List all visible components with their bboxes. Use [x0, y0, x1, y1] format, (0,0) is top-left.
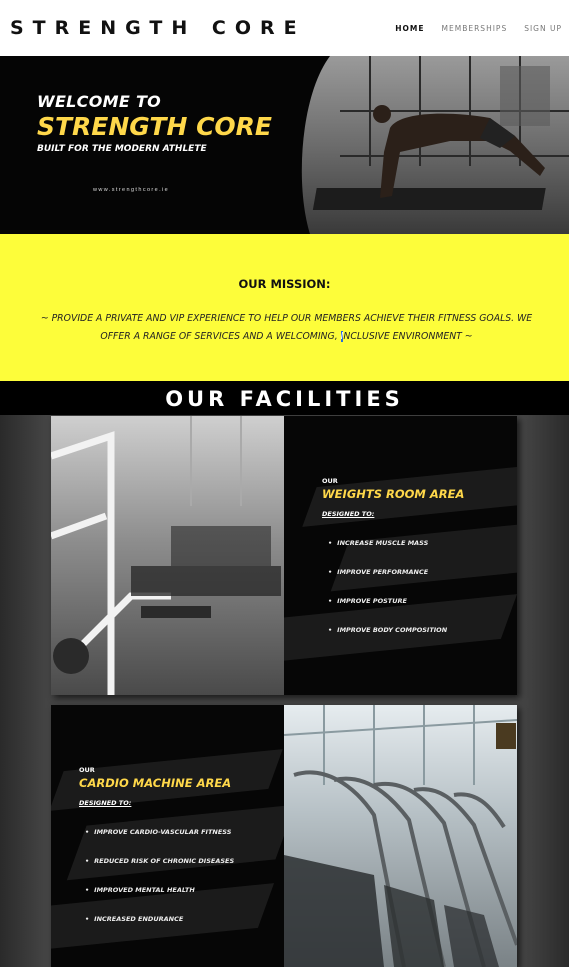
list-item: IMPROVE BODY COMPOSITION [322, 626, 464, 655]
list-item: IMPROVE POSTURE [322, 597, 464, 626]
hero-brand-title: STRENGTH CORE [37, 112, 272, 141]
weights-room-card[interactable]: OUR WEIGHTS ROOM AREA DESIGNED TO: INCRE… [51, 416, 517, 695]
weights-room-text: OUR WEIGHTS ROOM AREA DESIGNED TO: INCRE… [322, 477, 464, 655]
hero-welcome: WELCOME TO [37, 92, 162, 111]
facilities-title: OUR FACILITIES [165, 387, 404, 411]
weights-room-info-panel: OUR WEIGHTS ROOM AREA DESIGNED TO: INCRE… [284, 416, 517, 695]
mission-section: OUR MISSION: ~ PROVIDE A PRIVATE AND VIP… [0, 234, 569, 381]
nav-home-link[interactable]: HOME [395, 24, 424, 33]
list-item: INCREASE MUSCLE MASS [322, 539, 464, 568]
cardio-designed-to: DESIGNED TO: [79, 799, 132, 807]
site-logo[interactable]: STRENGTH CORE [10, 17, 306, 39]
weights-our-label: OUR [322, 477, 338, 485]
site-header: STRENGTH CORE HOME MEMBERSHIPS SIGN UP [0, 0, 569, 56]
facilities-heading-bar: OUR FACILITIES [0, 381, 569, 415]
weights-room-image [51, 416, 284, 695]
main-nav: HOME MEMBERSHIPS SIGN UP [395, 24, 562, 33]
cardio-area-image [284, 705, 517, 967]
mission-text: ~ PROVIDE A PRIVATE AND VIP EXPERIENCE T… [38, 310, 535, 346]
list-item: IMPROVE PERFORMANCE [322, 568, 464, 597]
hero-website-url: www.strengthcore.ie [93, 187, 170, 193]
cardio-area-card[interactable]: OUR CARDIO MACHINE AREA DESIGNED TO: IMP… [51, 705, 517, 967]
hero-tagline: BUILT FOR THE MODERN ATHLETE [37, 144, 207, 154]
list-item: INCREASED ENDURANCE [79, 915, 234, 944]
cardio-area-text: OUR CARDIO MACHINE AREA DESIGNED TO: IMP… [79, 766, 234, 944]
weights-room-title: WEIGHTS ROOM AREA [322, 487, 465, 501]
hero-athlete-image [301, 56, 569, 234]
hero-banner: WELCOME TO STRENGTH CORE BUILT FOR THE M… [0, 56, 569, 234]
nav-sign-up-link[interactable]: SIGN UP [524, 24, 562, 33]
hero-text-block: WELCOME TO STRENGTH CORE BUILT FOR THE M… [37, 92, 272, 154]
cardio-our-label: OUR [79, 766, 95, 774]
nav-memberships-link[interactable]: MEMBERSHIPS [442, 24, 508, 33]
mission-title: OUR MISSION: [238, 277, 331, 291]
list-item: IMPROVE CARDIO-VASCULAR FITNESS [79, 828, 234, 857]
cardio-area-title: CARDIO MACHINE AREA [79, 776, 232, 790]
list-item: IMPROVED MENTAL HEALTH [79, 886, 234, 915]
weights-designed-to: DESIGNED TO: [322, 510, 375, 518]
cardio-area-info-panel: OUR CARDIO MACHINE AREA DESIGNED TO: IMP… [51, 705, 284, 967]
list-item: REDUCED RISK OF CHRONIC DISEASES [79, 857, 234, 886]
weights-benefits-list: INCREASE MUSCLE MASS IMPROVE PERFORMANCE… [322, 539, 464, 655]
mission-text-after: NCLUSIVE ENVIRONMENT ~ [343, 331, 473, 342]
page: STRENGTH CORE HOME MEMBERSHIPS SIGN UP W… [0, 0, 569, 967]
cardio-benefits-list: IMPROVE CARDIO-VASCULAR FITNESS REDUCED … [79, 828, 234, 944]
